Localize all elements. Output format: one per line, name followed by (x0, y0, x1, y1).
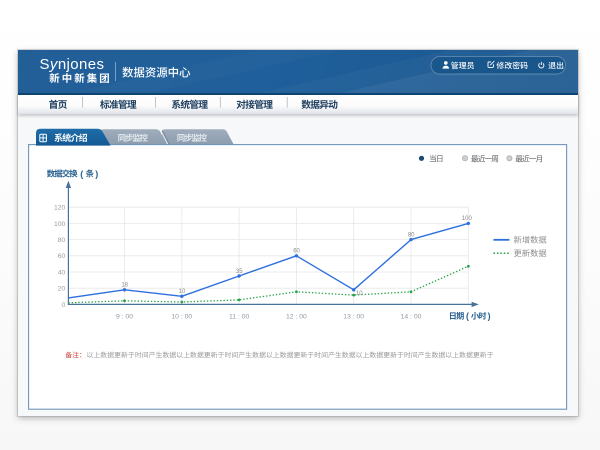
svg-text:18: 18 (121, 283, 128, 289)
svg-text:13 : 00: 13 : 00 (343, 313, 364, 320)
svg-text:): ) (95, 169, 98, 179)
svg-text:(: ( (466, 311, 469, 321)
svg-text:9 : 00: 9 : 00 (116, 313, 133, 320)
svg-text:): ) (488, 311, 491, 321)
svg-text:80: 80 (58, 237, 66, 244)
svg-text:35: 35 (236, 269, 243, 275)
svg-text:12 : 00: 12 : 00 (286, 313, 307, 320)
svg-text:11 : 00: 11 : 00 (229, 313, 250, 320)
svg-text:20: 20 (58, 286, 66, 293)
svg-text:14 : 00: 14 : 00 (401, 313, 422, 320)
svg-text:(: ( (80, 169, 83, 179)
svg-text:60: 60 (293, 249, 300, 255)
svg-text:40: 40 (58, 269, 66, 276)
svg-text:120: 120 (54, 205, 66, 212)
svg-text:80: 80 (408, 232, 415, 238)
svg-text:100: 100 (54, 221, 66, 228)
svg-text:100: 100 (462, 216, 473, 222)
svg-text:10 : 00: 10 : 00 (171, 313, 192, 320)
svg-text:10: 10 (356, 291, 363, 297)
svg-text:60: 60 (58, 253, 66, 260)
svg-text:0: 0 (62, 302, 66, 309)
svg-text:10: 10 (179, 289, 186, 295)
